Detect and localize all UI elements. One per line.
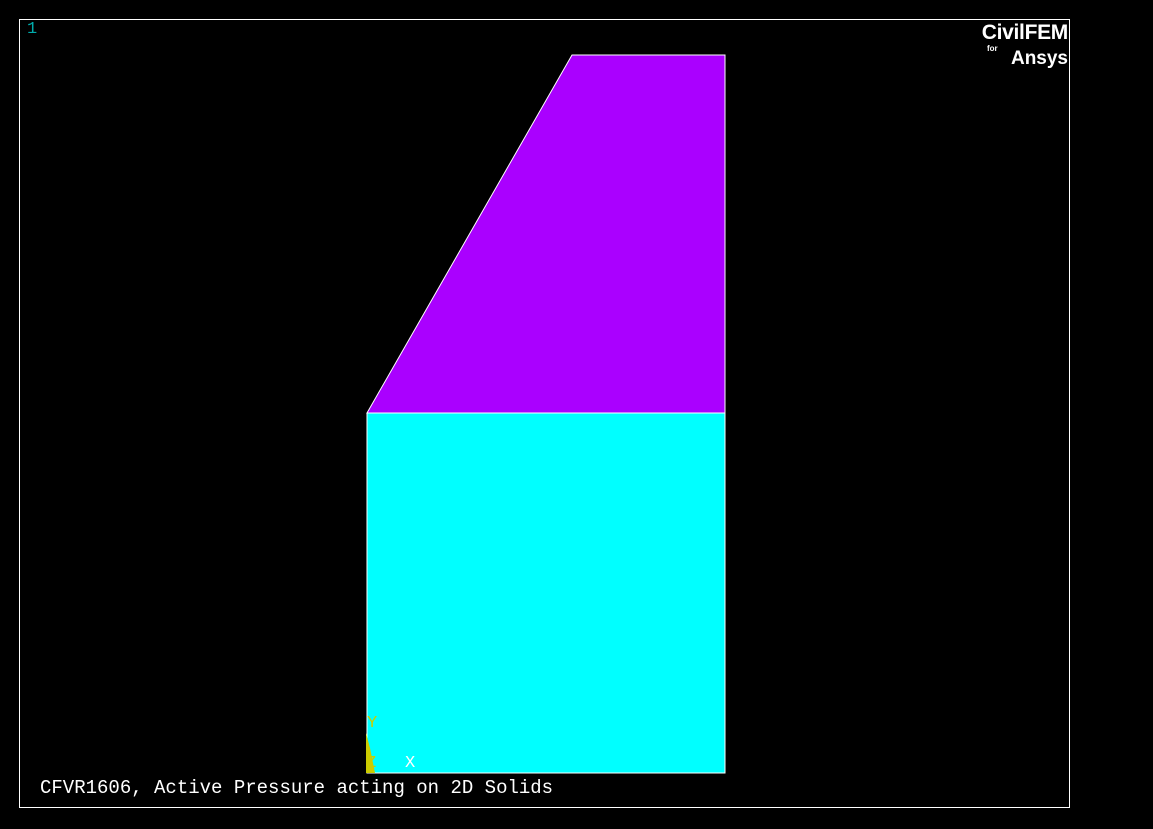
model-view: Y Z X	[366, 54, 726, 774]
graphics-window[interactable]: 1 CivilFEM for Ansys Y Z X CFVR1606, Act…	[0, 0, 1153, 829]
upper-trapezoid-area	[366, 54, 726, 414]
triad-y-label: Y	[367, 714, 377, 733]
triad-z-label: Z	[366, 754, 376, 773]
lower-rectangle-area	[366, 412, 726, 774]
plot-title-caption: CFVR1606, Active Pressure acting on 2D S…	[40, 777, 554, 799]
triad-x-label: X	[405, 754, 415, 773]
